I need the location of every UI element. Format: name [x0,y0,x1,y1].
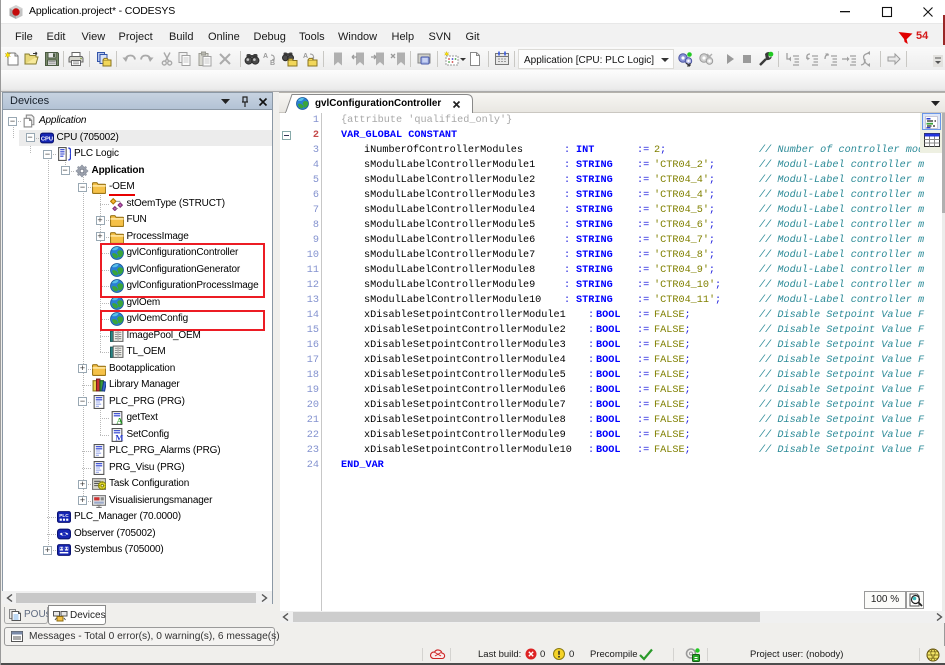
svg-text:CPU: CPU [40,136,52,142]
svg-text:A: A [303,53,308,60]
svg-text:B: B [270,60,275,67]
svg-text:A: A [263,53,268,60]
svg-text:M: M [115,432,123,442]
svg-text:A: A [116,415,123,425]
svg-text:PLC: PLC [59,513,69,519]
